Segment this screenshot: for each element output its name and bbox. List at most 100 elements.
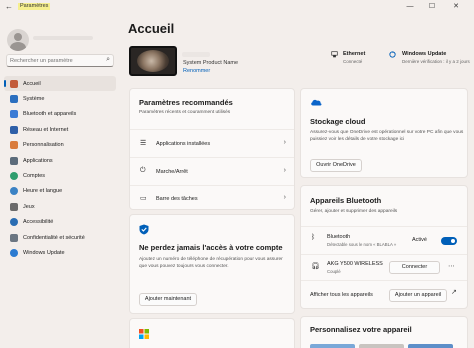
brush-icon xyxy=(10,141,18,150)
sidebar-nav: Accueil Système Bluetooth et appareils R… xyxy=(4,76,116,261)
more-options-icon[interactable]: ⋯ xyxy=(448,262,455,270)
sidebar-item-accessibilite[interactable]: Accessibilité xyxy=(4,215,116,230)
accounts-icon xyxy=(10,172,18,181)
minimize-button[interactable]: — xyxy=(403,1,417,13)
gaming-icon xyxy=(10,202,18,211)
row-label: Marche/Arrêt xyxy=(156,169,188,175)
bluetooth-devices-icon xyxy=(10,110,18,119)
card-title: Appareils Bluetooth xyxy=(310,196,382,205)
bluetooth-footer-row: Afficher tous les appareils Ajouter un a… xyxy=(301,280,467,310)
sidebar-item-bluetooth[interactable]: Bluetooth et appareils xyxy=(4,107,116,122)
sidebar-item-label: Système xyxy=(23,96,45,103)
sidebar-item-heure-langue[interactable]: Heure et langue xyxy=(4,184,116,199)
bluetooth-discoverable: Détectable sous le nom « BLABLA » xyxy=(327,242,397,247)
windows-update-title[interactable]: Windows Update xyxy=(402,51,446,57)
bluetooth-state: Activé xyxy=(412,237,427,243)
bluetooth-toggle-row: ᛒ Bluetooth Détectable sous le nom « BLA… xyxy=(301,226,467,254)
add-now-button[interactable]: Ajouter maintenant xyxy=(139,293,197,306)
windows-update-status-icon xyxy=(389,51,396,58)
chevron-right-icon: › xyxy=(283,139,286,146)
page-title: Accueil xyxy=(128,21,175,36)
accessibility-icon xyxy=(10,218,18,227)
shield-icon xyxy=(10,233,18,242)
sidebar-item-comptes[interactable]: Comptes xyxy=(4,168,116,183)
sidebar-item-label: Accessibilité xyxy=(23,219,54,226)
sidebar-item-reseau[interactable]: Réseau et Internet xyxy=(4,122,116,137)
personalize-card: Personnalisez votre appareil xyxy=(300,316,468,348)
search-input[interactable] xyxy=(10,56,102,66)
window-title: Paramètres xyxy=(18,3,51,10)
theme-thumbnail-1[interactable] xyxy=(310,344,355,348)
card-title: Paramètres recommandés xyxy=(139,98,233,107)
sidebar-item-label: Personnalisation xyxy=(23,142,64,149)
maximize-button[interactable]: ☐ xyxy=(425,1,439,13)
theme-thumbnail-2[interactable] xyxy=(359,344,404,348)
microsoft-card xyxy=(129,318,295,348)
ethernet-status: Connecté xyxy=(343,59,363,64)
sidebar-item-label: Bluetooth et appareils xyxy=(23,111,77,118)
recommended-row-installed-apps[interactable]: ☰ Applications installées › xyxy=(130,129,294,157)
connect-button[interactable]: Connecter xyxy=(389,261,440,274)
sidebar-item-accueil[interactable]: Accueil xyxy=(4,76,116,92)
ethernet-icon xyxy=(331,51,338,58)
sidebar-item-label: Applications xyxy=(23,157,53,164)
device-name-redacted xyxy=(182,52,210,57)
sidebar-item-systeme[interactable]: Système xyxy=(4,91,116,106)
recommended-row-taskbar[interactable]: ▭ Barre des tâches › xyxy=(130,185,294,211)
cloud-storage-card: Stockage cloud Assurez-vous que OneDrive… xyxy=(300,88,468,178)
card-subtitle: Paramètres récents et couramment utilisé… xyxy=(139,110,231,115)
device-wallpaper-thumbnail xyxy=(129,46,177,76)
time-language-icon xyxy=(10,187,18,196)
onedrive-cloud-icon xyxy=(311,99,322,106)
sidebar-item-label: Confidentialité et sécurité xyxy=(23,234,85,241)
shield-check-icon xyxy=(139,224,149,235)
chevron-right-icon: › xyxy=(283,194,286,201)
sidebar-item-label: Windows Update xyxy=(23,249,65,256)
row-label: Applications installées xyxy=(156,141,211,147)
sidebar-item-label: Réseau et Internet xyxy=(23,126,69,133)
close-button[interactable]: ✕ xyxy=(449,1,463,13)
card-title: Personnalisez votre appareil xyxy=(310,325,412,334)
ethernet-title[interactable]: Ethernet xyxy=(343,51,365,57)
theme-thumbnail-3[interactable] xyxy=(408,344,453,348)
sidebar-item-label: Heure et langue xyxy=(23,188,63,195)
card-body: Ajoutez un numéro de téléphone de récupé… xyxy=(139,257,283,269)
power-icon: ⏻ xyxy=(140,167,146,174)
network-icon xyxy=(10,125,18,134)
open-external-icon[interactable]: ↗ xyxy=(451,288,457,296)
avatar-body xyxy=(10,42,26,51)
home-icon xyxy=(10,79,18,88)
search-icon[interactable]: ⌕ xyxy=(106,56,110,64)
sidebar-item-jeux[interactable]: Jeux xyxy=(4,199,116,214)
apps-list-icon: ☰ xyxy=(140,140,147,147)
bluetooth-label: Bluetooth xyxy=(327,234,351,240)
device-row-akg: 🎧︎ AKG Y500 WIRELESS Couplé Connecter ⋯ xyxy=(301,254,467,280)
sidebar-item-windows-update[interactable]: Windows Update xyxy=(4,245,116,260)
sidebar-item-label: Jeux xyxy=(23,203,35,210)
card-subtitle: Gérer, ajouter et supprimer des appareil… xyxy=(310,209,398,214)
search-box[interactable]: ⌕ xyxy=(6,54,114,67)
card-title: Ne perdez jamais l'accès à votre compte xyxy=(139,243,283,252)
sidebar-item-applications[interactable]: Applications xyxy=(4,153,116,168)
avatar[interactable] xyxy=(7,29,29,51)
recommended-settings-card: Paramètres recommandés Paramètres récent… xyxy=(129,88,295,210)
device-status: Couplé xyxy=(327,269,341,274)
sidebar-item-label: Comptes xyxy=(23,173,46,180)
sidebar-item-personnalisation[interactable]: Personnalisation xyxy=(4,138,116,153)
add-device-button[interactable]: Ajouter un appareil xyxy=(389,289,447,302)
bluetooth-toggle[interactable] xyxy=(441,237,457,245)
avatar-head xyxy=(14,33,22,41)
sidebar-item-confidentialite[interactable]: Confidentialité et sécurité xyxy=(4,230,116,245)
product-name: System Product Name xyxy=(183,60,239,66)
row-label: Barre des tâches xyxy=(156,196,198,202)
rename-link[interactable]: Renommer xyxy=(183,68,210,74)
open-onedrive-button[interactable]: Ouvrir OneDrive xyxy=(310,159,362,172)
microsoft-logo-icon xyxy=(139,329,149,339)
taskbar-icon: ▭ xyxy=(140,195,147,202)
back-arrow-icon[interactable]: ← xyxy=(5,2,13,11)
sidebar: ⌕ Accueil Système Bluetooth et appareils… xyxy=(0,14,120,348)
account-recovery-card: Ne perdez jamais l'accès à votre compte … xyxy=(129,214,295,314)
recommended-row-power[interactable]: ⏻ Marche/Arrêt › xyxy=(130,157,294,185)
show-all-devices-link[interactable]: Afficher tous les appareils xyxy=(310,292,373,298)
windows-update-status: Dernière vérification : il y a 2 jours xyxy=(402,59,470,64)
